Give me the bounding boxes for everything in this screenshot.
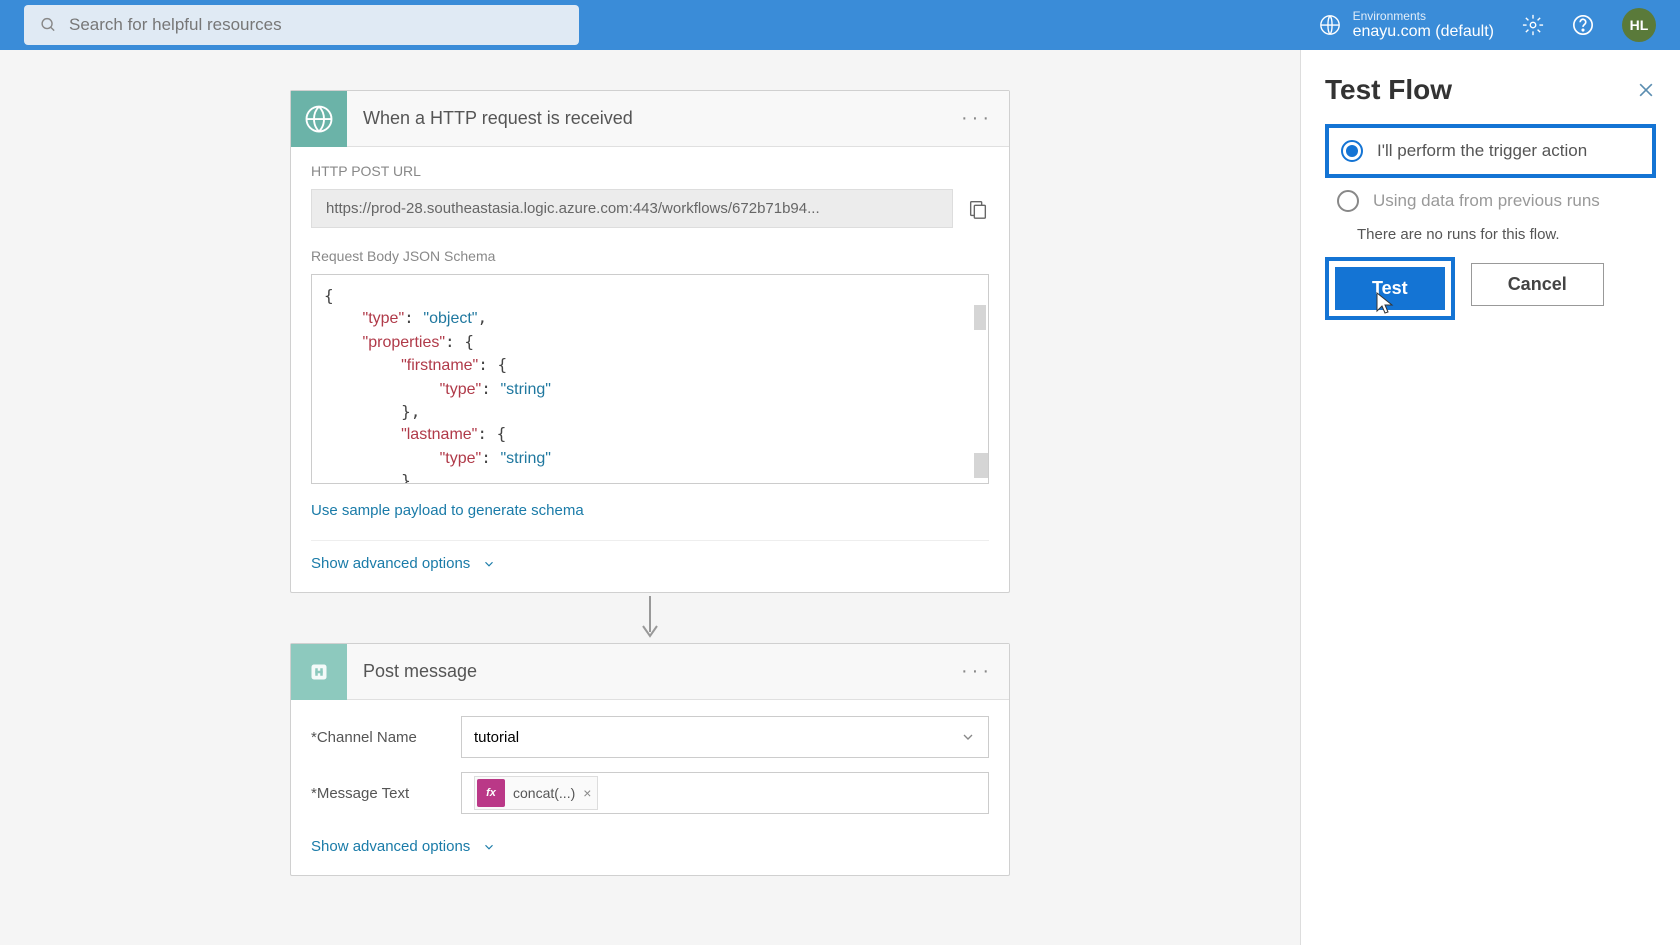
radio-label: Using data from previous runs [1373, 191, 1600, 211]
panel-title: Test Flow [1325, 74, 1452, 106]
env-label: Environments [1353, 9, 1494, 23]
trigger-menu[interactable]: ··· [961, 107, 993, 130]
test-button-highlight: Test [1325, 257, 1455, 320]
chip-close[interactable]: × [583, 785, 591, 801]
test-button[interactable]: Test [1335, 267, 1445, 310]
advanced-toggle[interactable]: Show advanced options [311, 540, 989, 572]
flow-canvas: When a HTTP request is received ··· HTTP… [0, 50, 1300, 876]
url-input[interactable]: https://prod-28.southeastasia.logic.azur… [311, 189, 953, 228]
sample-payload-link[interactable]: Use sample payload to generate schema [311, 502, 584, 519]
radio-label: I'll perform the trigger action [1377, 141, 1587, 161]
scrollbar[interactable] [974, 453, 989, 478]
scrollbar[interactable] [974, 305, 986, 330]
radio-icon [1337, 190, 1359, 212]
topbar: Environments enayu.com (default) HL [0, 0, 1680, 50]
cancel-button[interactable]: Cancel [1471, 263, 1604, 306]
chevron-down-icon [482, 557, 496, 571]
radio-icon [1341, 140, 1363, 162]
trigger-title: When a HTTP request is received [347, 108, 961, 129]
http-icon [291, 91, 347, 147]
search-icon [40, 16, 57, 34]
expression-chip[interactable]: fx concat(...) × [474, 776, 598, 810]
flow-connector [638, 593, 662, 643]
radio-previous-runs: Using data from previous runs [1325, 178, 1656, 224]
close-icon[interactable] [1636, 80, 1656, 100]
radio-perform-trigger[interactable]: I'll perform the trigger action [1325, 124, 1656, 178]
avatar[interactable]: HL [1622, 8, 1656, 42]
env-value: enayu.com (default) [1353, 23, 1494, 41]
action-card: Post message ··· *Channel Name tutorial … [290, 643, 1010, 876]
environment-selector[interactable]: Environments enayu.com (default) [1319, 9, 1494, 41]
action-title: Post message [347, 661, 961, 682]
advanced-label: Show advanced options [311, 555, 470, 572]
trigger-card: When a HTTP request is received ··· HTTP… [290, 90, 1010, 593]
message-label: *Message Text [311, 785, 461, 802]
globe-icon [1319, 14, 1341, 36]
no-runs-text: There are no runs for this flow. [1357, 226, 1656, 243]
gear-icon[interactable] [1522, 14, 1544, 36]
test-flow-panel: Test Flow I'll perform the trigger actio… [1300, 50, 1680, 945]
schema-label: Request Body JSON Schema [311, 248, 989, 264]
advanced-toggle[interactable]: Show advanced options [311, 834, 989, 855]
help-icon[interactable] [1572, 14, 1594, 36]
schema-editor[interactable]: { "type": "object", "properties": { "fir… [311, 274, 989, 484]
url-label: HTTP POST URL [311, 163, 989, 179]
chip-text: concat(...) [513, 785, 575, 801]
fx-icon: fx [477, 779, 505, 807]
arrow-down-icon [638, 596, 662, 640]
post-message-icon [291, 644, 347, 700]
trigger-header[interactable]: When a HTTP request is received ··· [291, 91, 1009, 147]
search-input[interactable] [69, 15, 563, 35]
action-header[interactable]: Post message ··· [291, 644, 1009, 700]
schema-text: { "type": "object", "properties": { "fir… [324, 285, 976, 484]
copy-icon[interactable] [967, 198, 989, 220]
chevron-down-icon [482, 840, 496, 854]
channel-dropdown[interactable]: tutorial [461, 716, 989, 758]
chevron-down-icon [960, 729, 976, 745]
search-container[interactable] [24, 5, 579, 45]
topbar-right: Environments enayu.com (default) HL [1319, 8, 1656, 42]
advanced-label: Show advanced options [311, 838, 470, 855]
channel-value: tutorial [474, 729, 519, 746]
action-menu[interactable]: ··· [961, 660, 993, 683]
message-input[interactable]: fx concat(...) × [461, 772, 989, 814]
channel-label: *Channel Name [311, 729, 461, 746]
